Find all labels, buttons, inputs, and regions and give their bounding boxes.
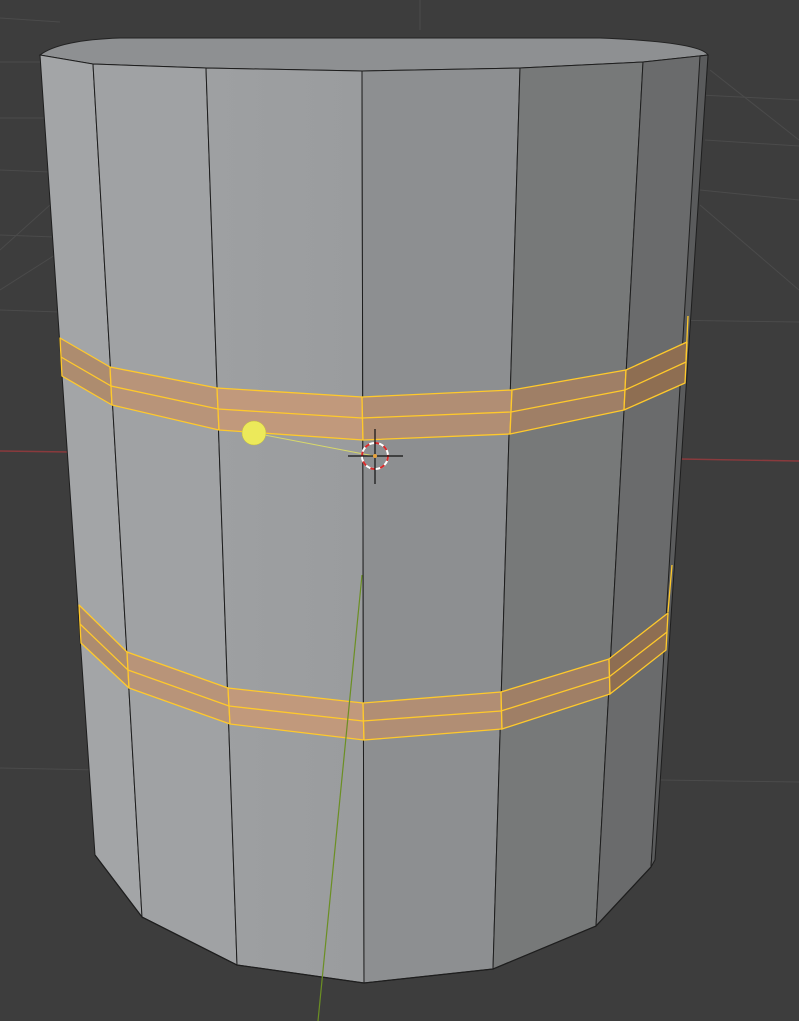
pivot-handle-icon[interactable] (241, 420, 267, 446)
cylinder-mesh[interactable] (38, 37, 709, 984)
3d-viewport[interactable] (0, 0, 799, 1021)
